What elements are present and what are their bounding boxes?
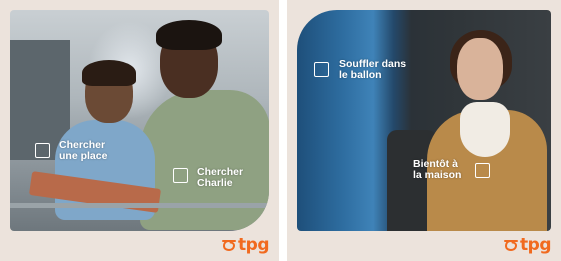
tpg-logo: tpg <box>222 235 269 255</box>
child-hair <box>82 60 136 86</box>
man-hair <box>156 20 222 50</box>
caption-chercher-une-place: Chercher une place <box>59 140 107 162</box>
tpg-logo-mark-icon <box>222 240 237 251</box>
woman-head <box>457 38 503 100</box>
handrail <box>10 203 269 208</box>
tpg-logo: tpg <box>504 235 551 255</box>
checkbox-outline-icon <box>475 163 490 178</box>
caption-line: Charlie <box>197 177 233 189</box>
photo-woman-resting <box>297 10 551 231</box>
woman-collar <box>460 102 510 157</box>
caption-line: le ballon <box>339 69 382 81</box>
poster-right: Souffler dans le ballon Bientôt à la mai… <box>287 0 561 261</box>
caption-line: une place <box>59 150 108 162</box>
photo-parent-child-reading <box>10 10 269 231</box>
caption-souffler-dans-le-ballon: Souffler dans le ballon <box>339 59 406 81</box>
logo-text: tpg <box>238 235 269 255</box>
poster-left: Chercher une place Chercher Charlie tpg <box>0 0 279 261</box>
checkbox-outline-icon <box>314 62 329 77</box>
caption-line: la maison <box>413 169 462 181</box>
checkbox-outline-icon <box>173 168 188 183</box>
logo-text: tpg <box>520 235 551 255</box>
caption-chercher-charlie: Chercher Charlie <box>197 167 243 189</box>
man-figure <box>140 90 269 230</box>
tpg-logo-mark-icon <box>504 240 519 251</box>
caption-bientot-a-la-maison: Bientôt à la maison <box>413 159 461 181</box>
checkbox-outline-icon <box>35 143 50 158</box>
